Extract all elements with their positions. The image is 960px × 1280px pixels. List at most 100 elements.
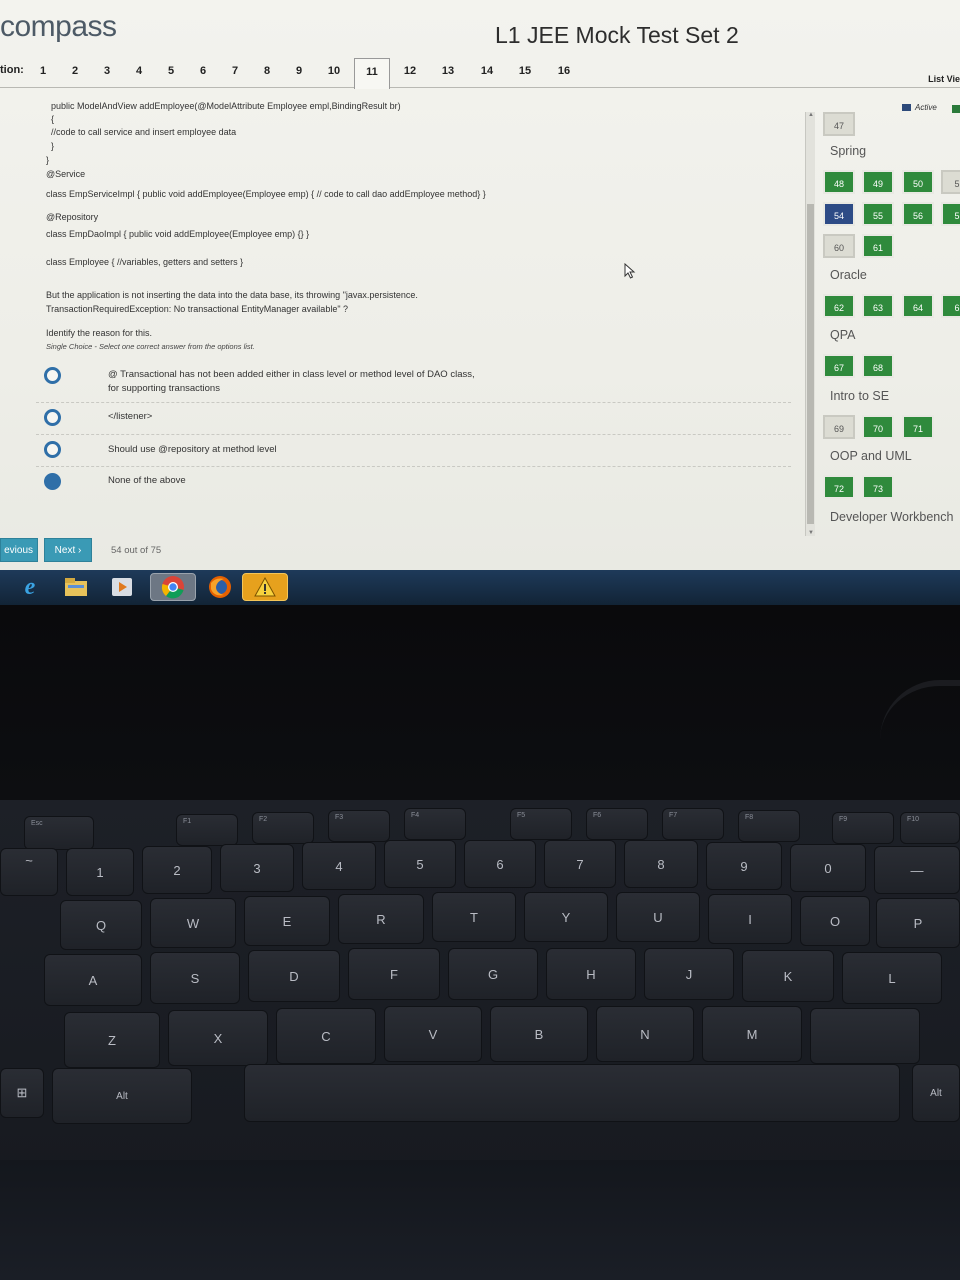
key-esc: Esc [24,816,94,850]
key-r: R [338,894,424,944]
palette-tile-answered[interactable]: 71 [902,415,934,439]
previous-button[interactable]: evious [0,538,38,562]
answer-option[interactable]: @ Transactional has not been added eithe… [36,363,791,403]
question-number-link[interactable]: 5 [158,65,184,77]
key-g: G [448,948,538,1000]
brand-logo: compass [0,10,117,43]
palette-tile-answered[interactable]: 62 [823,294,855,318]
question-number-link[interactable]: 7 [222,65,248,77]
question-number-link[interactable]: 9 [286,65,312,77]
key-y: Y [524,892,608,942]
palette-tile-unvisited[interactable]: 60 [823,234,855,258]
question-scrollbar[interactable]: ▲ ▼ [805,112,815,536]
warning-icon[interactable] [242,573,288,601]
palette-tile-answered[interactable]: 63 [862,294,894,318]
option-label: None of the above [108,475,186,486]
palette-tile-unvisited[interactable]: 47 [823,112,855,136]
palette-tile-answered[interactable]: 6 [941,294,960,318]
palette-tile-answered[interactable]: 64 [902,294,934,318]
answer-option[interactable]: </listener> [36,403,791,435]
palette-tile-answered[interactable]: 72 [823,475,855,499]
key-x: X [168,1010,268,1066]
answer-instruction: Single Choice - Select one correct answe… [46,342,255,351]
key-f5: F5 [510,808,572,840]
question-prompt: Identify the reason for this. [46,328,153,338]
key-2: 2 [142,846,212,894]
keyboard: Esc F1 F2 F3 F4 F5 F6 F7 F8 F9 F10 ~ 1 2… [0,800,960,1180]
question-number-link[interactable]: 4 [126,65,152,77]
key-1: 1 [66,848,134,896]
radio-button[interactable] [44,441,61,458]
scroll-up-icon[interactable]: ▲ [806,112,816,118]
key-j: J [644,948,734,1000]
palette-tile-answered[interactable]: 50 [902,170,934,194]
palette-tile-answered[interactable]: 68 [862,354,894,378]
key-b: B [490,1006,588,1062]
internet-explorer-icon[interactable]: e [16,573,44,601]
radio-button[interactable] [44,409,61,426]
palette-tile-unvisited[interactable]: 69 [823,415,855,439]
palette-tile-answered[interactable]: 49 [862,170,894,194]
list-view-link[interactable]: List Vie [928,74,960,84]
question-number-link[interactable]: 13 [435,65,461,77]
key-f10: F10 [900,812,960,844]
code-line: class EmpDaoImpl { public void addEmploy… [46,229,310,239]
question-number-link[interactable]: 10 [321,65,347,77]
windows-taskbar: e [0,570,960,605]
palette-tile-answered[interactable]: 56 [902,202,934,226]
palette-tile-answered[interactable]: 5 [941,202,960,226]
key-f7: F7 [662,808,724,840]
question-number-link[interactable]: 3 [94,65,120,77]
palette-tile-active[interactable]: 54 [823,202,855,226]
key-d: D [248,950,340,1002]
key-f9: F9 [832,812,894,844]
mouse-cursor-icon [624,263,636,279]
palette-tile-answered[interactable]: 48 [823,170,855,194]
key-n: N [596,1006,694,1062]
key-t: T [432,892,516,942]
palette-tile-answered[interactable]: 61 [862,234,894,258]
radio-button[interactable] [44,367,61,384]
palette-tile-unvisited[interactable]: 5 [941,170,960,194]
palette-tile-answered[interactable]: 70 [862,415,894,439]
key-e: E [244,896,330,946]
next-button[interactable]: Next › [44,538,92,562]
question-panel: public ModelAndView addEmployee(@ModelAt… [0,95,800,535]
question-number-link[interactable]: 6 [190,65,216,77]
scrollbar-thumb[interactable] [807,204,814,524]
palette-tile-answered[interactable]: 73 [862,475,894,499]
key-8: 8 [624,840,698,888]
media-player-icon[interactable] [108,573,136,601]
section-title: OOP and UML [830,449,912,463]
question-number-nav: tion: 1 2 3 4 5 6 7 8 9 10 11 12 13 14 1… [0,58,960,89]
question-number-link[interactable]: 12 [397,65,423,77]
key-v: V [384,1006,482,1062]
code-line: } [51,141,55,151]
code-line: class Employee { //variables, getters an… [46,257,244,267]
question-number-current[interactable]: 11 [354,58,390,89]
section-title: QPA [830,328,856,342]
question-number-link[interactable]: 15 [512,65,538,77]
page-title: L1 JEE Mock Test Set 2 [495,22,739,48]
question-palette: 47 Spring 48 49 50 5 54 55 56 5 60 61 Or… [820,110,960,535]
question-number-link[interactable]: 14 [474,65,500,77]
code-line: @Service [46,169,86,179]
palette-tile-answered[interactable]: 67 [823,354,855,378]
question-number-link[interactable]: 2 [62,65,88,77]
code-line: } [46,155,50,165]
answer-option-selected[interactable]: None of the above [36,467,791,497]
radio-button-selected[interactable] [44,473,61,490]
key-f8: F8 [738,810,800,842]
chrome-icon[interactable] [150,573,196,601]
key-k: K [742,950,834,1002]
firefox-icon[interactable] [206,573,234,601]
scroll-down-icon[interactable]: ▼ [806,530,816,536]
file-explorer-icon[interactable] [62,573,90,601]
answer-option[interactable]: Should use @repository at method level [36,435,791,467]
key-m: M [702,1006,802,1062]
key-a: A [44,954,142,1006]
question-number-link[interactable]: 8 [254,65,280,77]
question-number-link[interactable]: 16 [551,65,577,77]
question-number-link[interactable]: 1 [30,65,56,77]
palette-tile-answered[interactable]: 55 [862,202,894,226]
